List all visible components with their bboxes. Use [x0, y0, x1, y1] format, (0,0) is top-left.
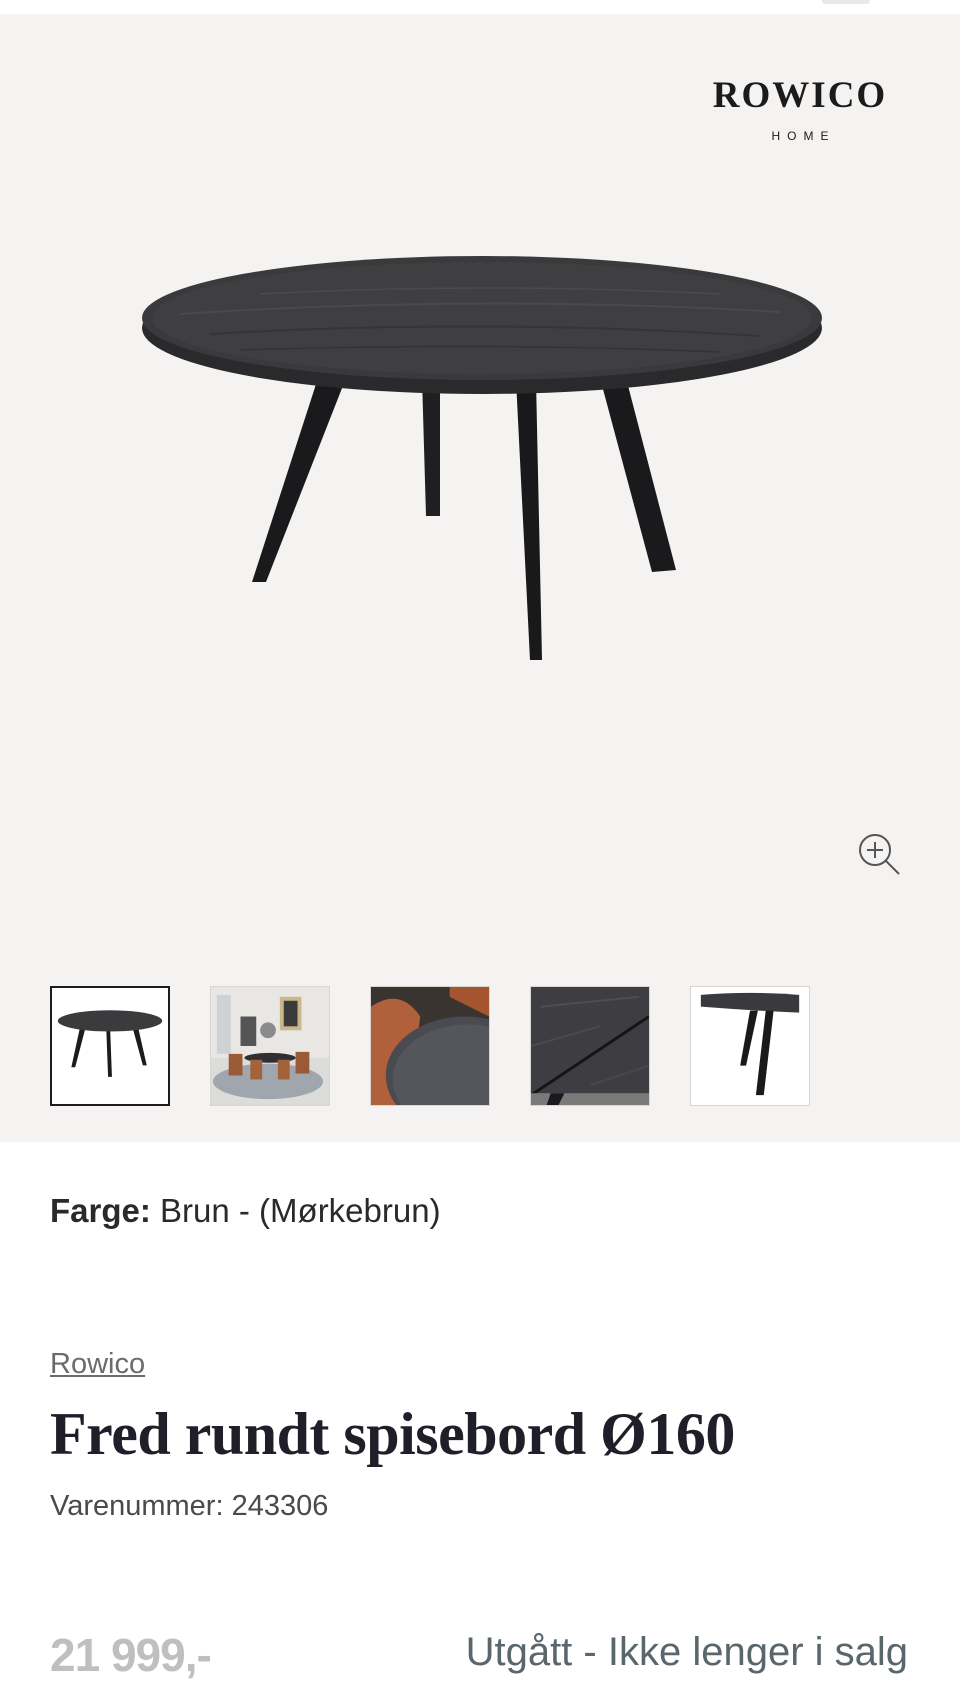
- product-title: Fred rundt spisebord Ø160: [50, 1401, 735, 1467]
- color-variant-label: Farge:: [50, 1192, 151, 1229]
- thumb-table-leg-detail[interactable]: [690, 986, 810, 1106]
- brand-logo: ROWICO HOME: [690, 74, 910, 143]
- main-product-image[interactable]: [120, 254, 840, 734]
- sku-value: 243306: [231, 1490, 329, 1522]
- thumbnail-strip: [50, 986, 830, 1106]
- brand-link[interactable]: Rowico: [50, 1348, 145, 1381]
- product-price: 21 999,-: [50, 1629, 212, 1681]
- brand-logo-name: ROWICO: [712, 75, 888, 116]
- top-bar-handle: [822, 0, 870, 4]
- zoom-in-icon: [859, 834, 900, 875]
- color-variant-value: Brun - (Mørkebrun): [150, 1192, 441, 1229]
- sku-label: Varenummer:: [50, 1490, 232, 1522]
- product-gallery: ROWICO HOME: [0, 14, 960, 1142]
- brand-logo-sub: HOME: [771, 129, 836, 143]
- top-bar: [0, 0, 960, 14]
- thumb-wood-grain-detail[interactable]: [530, 986, 650, 1106]
- sku-line: Varenummer: 243306: [50, 1490, 328, 1523]
- color-variant: Farge: Brun - (Mørkebrun): [50, 1192, 441, 1230]
- thumb-tabletop-edge-chair[interactable]: [370, 986, 490, 1106]
- zoom-button[interactable]: [855, 830, 903, 878]
- availability-status: Utgått - Ikke lenger i salg: [465, 1630, 908, 1674]
- thumb-dining-room[interactable]: [210, 986, 330, 1106]
- thumb-table-front[interactable]: [50, 986, 170, 1106]
